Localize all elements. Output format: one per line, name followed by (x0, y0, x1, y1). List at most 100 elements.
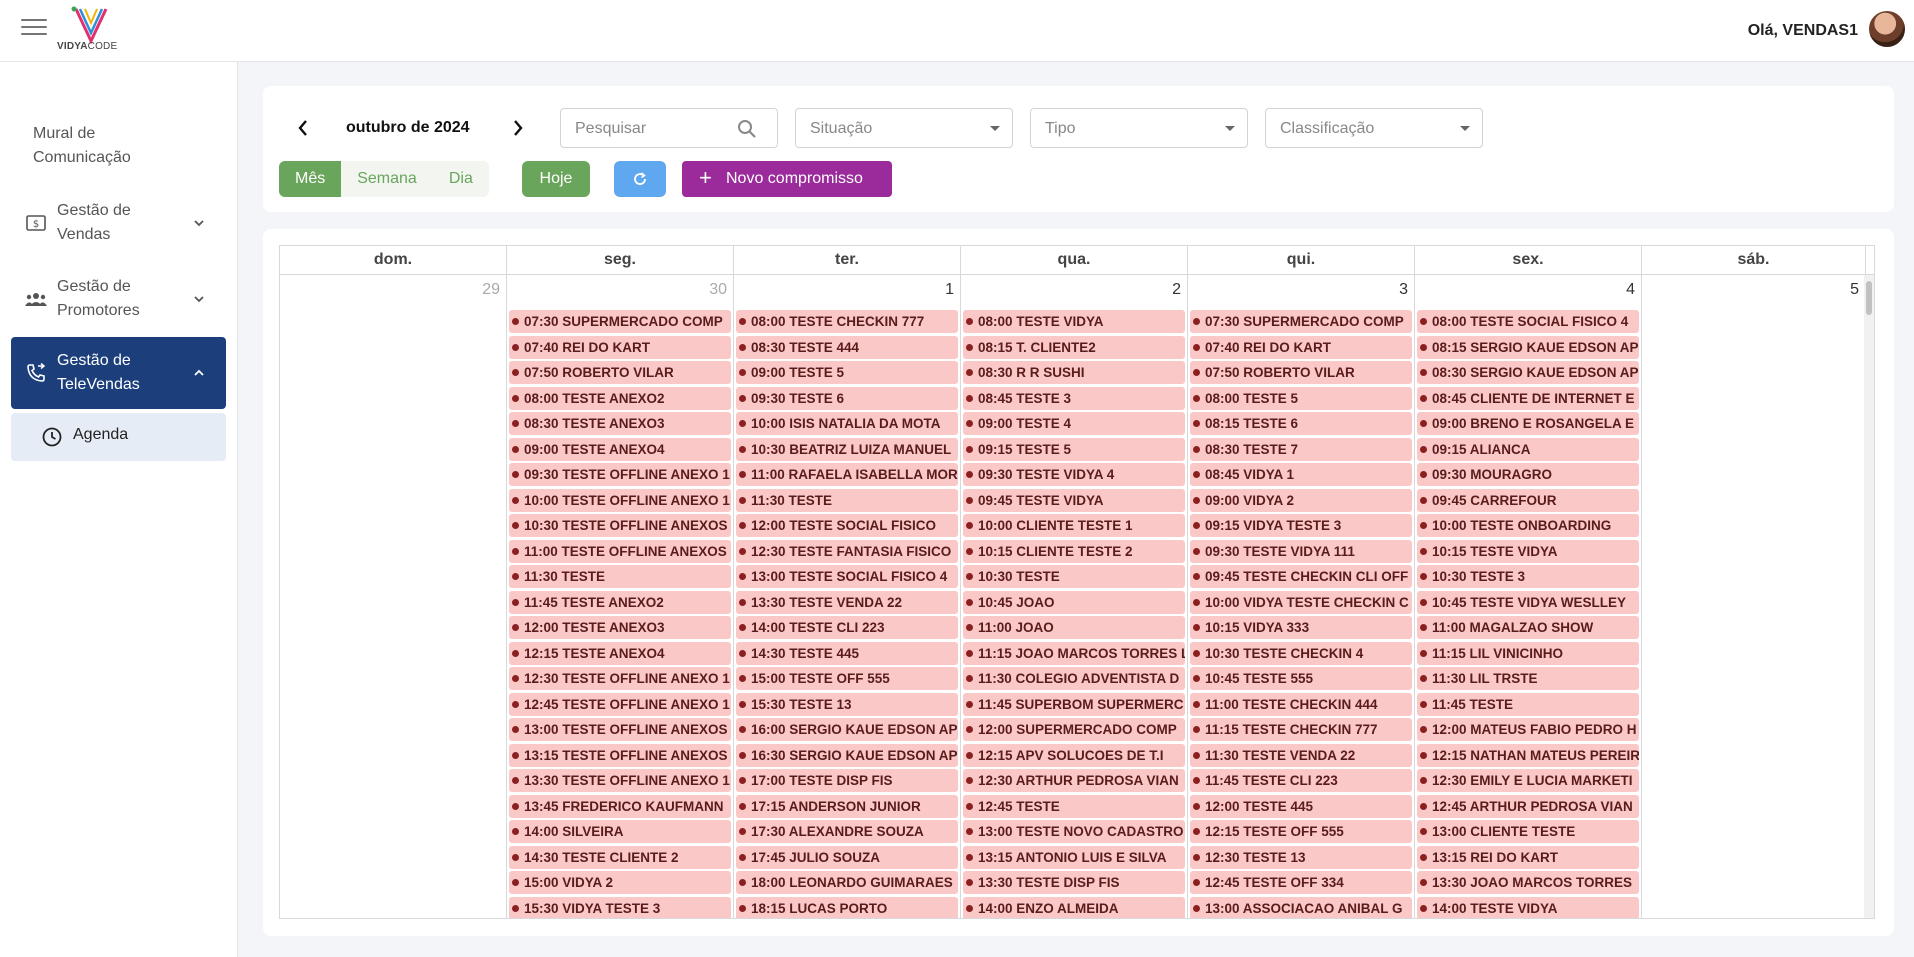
event-item[interactable]: 12:15 TESTE ANEXO4 (509, 641, 731, 665)
event-item[interactable]: 08:00 TESTE VIDYA (963, 310, 1185, 333)
scroll-thumb[interactable] (1866, 281, 1872, 315)
event-item[interactable]: 08:45 VIDYA 1 (1190, 463, 1412, 486)
event-item[interactable]: 13:30 JOAO MARCOS TORRES (1417, 871, 1639, 894)
event-item[interactable]: 08:00 TESTE SOCIAL FISICO 4 (1417, 310, 1639, 333)
event-item[interactable]: 11:15 JOAO MARCOS TORRES L (963, 641, 1185, 665)
event-item[interactable]: 13:15 ANTONIO LUIS E SILVA (963, 845, 1185, 869)
event-item[interactable]: 11:15 TESTE CHECKIN 777 (1190, 718, 1412, 741)
day-number[interactable]: 2 (1172, 281, 1181, 299)
event-item[interactable]: 12:45 TESTE OFFLINE ANEXO 1 (509, 692, 731, 716)
event-item[interactable]: 10:00 CLIENTE TESTE 1 (963, 514, 1185, 537)
event-item[interactable]: 07:30 SUPERMERCADO COMP (509, 310, 731, 333)
event-item[interactable]: 13:30 TESTE VENDA 22 (736, 590, 958, 614)
event-item[interactable]: 13:00 ASSOCIACAO ANIBAL G (1190, 896, 1412, 918)
scrollbar[interactable] (1864, 275, 1874, 918)
event-item[interactable]: 14:30 TESTE CLIENTE 2 (509, 845, 731, 869)
event-item[interactable]: 17:30 ALEXANDRE SOUZA (736, 820, 958, 843)
event-item[interactable]: 17:00 TESTE DISP FIS (736, 769, 958, 792)
event-item[interactable]: 07:40 REI DO KART (1190, 335, 1412, 359)
day-number[interactable]: 5 (1850, 281, 1859, 299)
event-item[interactable]: 12:30 TESTE OFFLINE ANEXO 1 (509, 667, 731, 690)
event-item[interactable]: 13:00 CLIENTE TESTE (1417, 820, 1639, 843)
event-item[interactable]: 09:30 MOURAGRO (1417, 463, 1639, 486)
event-item[interactable]: 12:00 TESTE SOCIAL FISICO (736, 514, 958, 537)
sidebar-item-mural[interactable]: Mural de Comunicação (11, 118, 226, 174)
sidebar-item-gestao-promotores[interactable]: Gestão de Promotores (11, 271, 226, 327)
prev-month-button[interactable] (291, 116, 315, 140)
event-item[interactable]: 09:45 CARREFOUR (1417, 488, 1639, 512)
event-item[interactable]: 15:30 VIDYA TESTE 3 (509, 896, 731, 918)
event-item[interactable]: 10:00 TESTE OFFLINE ANEXO 1 (509, 488, 731, 512)
event-item[interactable]: 13:00 TESTE SOCIAL FISICO 4 (736, 565, 958, 588)
event-item[interactable]: 11:00 JOAO (963, 616, 1185, 639)
event-item[interactable]: 13:15 REI DO KART (1417, 845, 1639, 869)
event-item[interactable]: 12:00 TESTE 445 (1190, 794, 1412, 818)
event-item[interactable]: 08:30 TESTE 7 (1190, 437, 1412, 461)
event-item[interactable]: 12:15 TESTE OFF 555 (1190, 820, 1412, 843)
event-item[interactable]: 12:30 ARTHUR PEDROSA VIAN (963, 769, 1185, 792)
day-number[interactable]: 3 (1399, 281, 1408, 299)
event-item[interactable]: 11:00 TESTE CHECKIN 444 (1190, 692, 1412, 716)
day-cell[interactable]: 2 08:00 TESTE VIDYA 08:15 T. CLIENTE2 08:30… (961, 275, 1188, 918)
event-item[interactable]: 08:15 SERGIO KAUE EDSON AP (1417, 335, 1639, 359)
event-item[interactable]: 08:15 TESTE 6 (1190, 412, 1412, 435)
event-item[interactable]: 11:45 SUPERBOM SUPERMERC (963, 692, 1185, 716)
event-item[interactable]: 10:00 ISIS NATALIA DA MOTA (736, 412, 958, 435)
event-item[interactable]: 11:45 TESTE (1417, 692, 1639, 716)
event-item[interactable]: 15:00 TESTE OFF 555 (736, 667, 958, 690)
today-button[interactable]: Hoje (522, 161, 590, 197)
event-item[interactable]: 11:00 RAFAELA ISABELLA MOR (736, 463, 958, 486)
new-appointment-button[interactable]: + Novo compromisso (682, 161, 892, 197)
menu-icon[interactable] (21, 19, 47, 39)
event-item[interactable]: 10:00 VIDYA TESTE CHECKIN C (1190, 590, 1412, 614)
event-item[interactable]: 08:45 CLIENTE DE INTERNET E (1417, 386, 1639, 410)
event-item[interactable]: 09:00 BRENO E ROSANGELA E (1417, 412, 1639, 435)
view-day-button[interactable]: Dia (433, 161, 489, 197)
event-item[interactable]: 09:15 ALIANCA (1417, 437, 1639, 461)
event-item[interactable]: 09:00 TESTE ANEXO4 (509, 437, 731, 461)
event-item[interactable]: 09:30 TESTE VIDYA 111 (1190, 539, 1412, 563)
event-item[interactable]: 12:45 ARTHUR PEDROSA VIAN (1417, 794, 1639, 818)
event-item[interactable]: 17:15 ANDERSON JUNIOR (736, 794, 958, 818)
event-item[interactable]: 13:30 TESTE DISP FIS (963, 871, 1185, 894)
event-item[interactable]: 13:30 TESTE OFFLINE ANEXO 1 (509, 769, 731, 792)
event-item[interactable]: 11:30 TESTE (736, 488, 958, 512)
event-item[interactable]: 14:00 SILVEIRA (509, 820, 731, 843)
event-item[interactable]: 09:45 TESTE CHECKIN CLI OFF (1190, 565, 1412, 588)
event-item[interactable]: 12:30 TESTE FANTASIA FISICO (736, 539, 958, 563)
sidebar-subitem-agenda[interactable]: Agenda (11, 413, 226, 461)
sidebar-item-gestao-vendas[interactable]: $ Gestão de Vendas (11, 195, 226, 251)
day-cell[interactable]: 1 08:00 TESTE CHECKIN 777 08:30 TESTE 444 0… (734, 275, 961, 918)
event-item[interactable]: 11:30 LIL TRSTE (1417, 667, 1639, 690)
day-cell[interactable]: 5 (1642, 275, 1866, 918)
view-week-button[interactable]: Semana (341, 161, 433, 197)
event-item[interactable]: 08:15 T. CLIENTE2 (963, 335, 1185, 359)
event-item[interactable]: 08:30 TESTE 444 (736, 335, 958, 359)
event-item[interactable]: 12:15 APV SOLUCOES DE T.I (963, 743, 1185, 767)
event-item[interactable]: 17:45 JULIO SOUZA (736, 845, 958, 869)
event-item[interactable]: 14:00 TESTE CLI 223 (736, 616, 958, 639)
event-item[interactable]: 09:00 VIDYA 2 (1190, 488, 1412, 512)
event-item[interactable]: 07:30 SUPERMERCADO COMP (1190, 310, 1412, 333)
day-number[interactable]: 30 (709, 281, 727, 299)
event-item[interactable]: 15:00 VIDYA 2 (509, 871, 731, 894)
event-item[interactable]: 09:30 TESTE 6 (736, 386, 958, 410)
event-item[interactable]: 09:15 VIDYA TESTE 3 (1190, 514, 1412, 537)
event-item[interactable]: 12:30 EMILY E LUCIA MARKETI (1417, 769, 1639, 792)
user-avatar[interactable] (1867, 9, 1907, 49)
event-item[interactable]: 08:30 R R SUSHI (963, 361, 1185, 384)
event-item[interactable]: 11:15 LIL VINICINHO (1417, 641, 1639, 665)
event-item[interactable]: 08:00 TESTE 5 (1190, 386, 1412, 410)
event-item[interactable]: 07:40 REI DO KART (509, 335, 731, 359)
event-item[interactable]: 09:30 TESTE OFFLINE ANEXO 1 (509, 463, 731, 486)
event-item[interactable]: 08:00 TESTE CHECKIN 777 (736, 310, 958, 333)
event-item[interactable]: 12:00 MATEUS FABIO PEDRO H (1417, 718, 1639, 741)
event-item[interactable]: 10:30 TESTE (963, 565, 1185, 588)
event-item[interactable]: 11:00 TESTE OFFLINE ANEXOS (509, 539, 731, 563)
view-month-button[interactable]: Mês (279, 161, 342, 197)
classificacao-select[interactable]: Classificação (1265, 108, 1483, 148)
search-input[interactable]: Pesquisar (560, 108, 778, 148)
situacao-select[interactable]: Situação (795, 108, 1013, 148)
event-item[interactable]: 09:00 TESTE 5 (736, 361, 958, 384)
event-item[interactable]: 08:30 SERGIO KAUE EDSON AP (1417, 361, 1639, 384)
